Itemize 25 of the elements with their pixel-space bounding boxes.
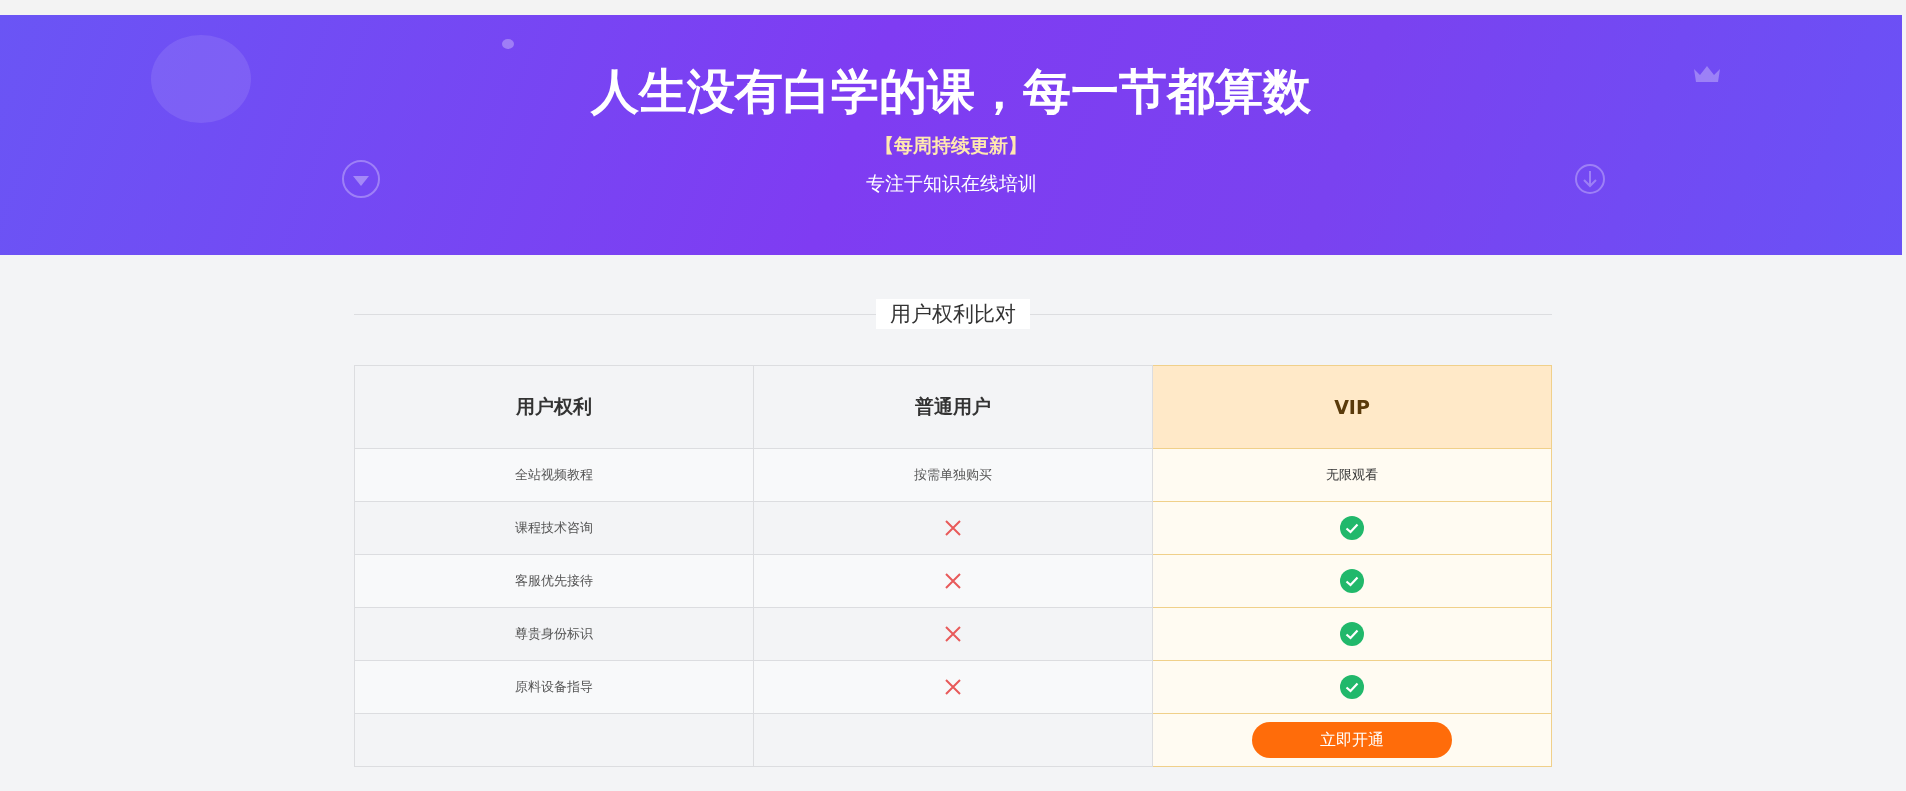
table-cell: 全站视频教程 [354,448,754,502]
cell-text: 无限观看 [1326,467,1378,482]
table-cell: 客服优先接待 [354,554,754,608]
check-icon [1340,569,1364,593]
cell-text: 按需单独购买 [914,467,992,482]
cross-icon [944,572,962,590]
cross-icon [944,519,962,537]
banner-title: 人生没有白学的课，每一节都算数 [591,62,1311,121]
cross-icon [944,678,962,696]
section-title: 用户权利比对 [876,299,1030,329]
banner-subtitle: 专注于知识在线培训 [865,171,1037,196]
check-icon [1340,675,1364,699]
activate-button[interactable]: 立即开通 [1252,722,1452,758]
table-cell: 课程技术咨询 [354,501,754,555]
column-header: 用户权利 [354,365,754,449]
dot-decoration [502,39,514,49]
download-icon [1574,163,1606,195]
banner-tagline: 【每周持续更新】 [875,133,1027,158]
cross-icon [944,625,962,643]
column-header: 普通用户 [753,365,1153,449]
check-icon [1340,622,1364,646]
check-icon [1340,516,1364,540]
table-cell: 原料设备指导 [354,660,754,714]
column-header: VIP [1152,365,1552,449]
table-cell: 尊贵身份标识 [354,607,754,661]
